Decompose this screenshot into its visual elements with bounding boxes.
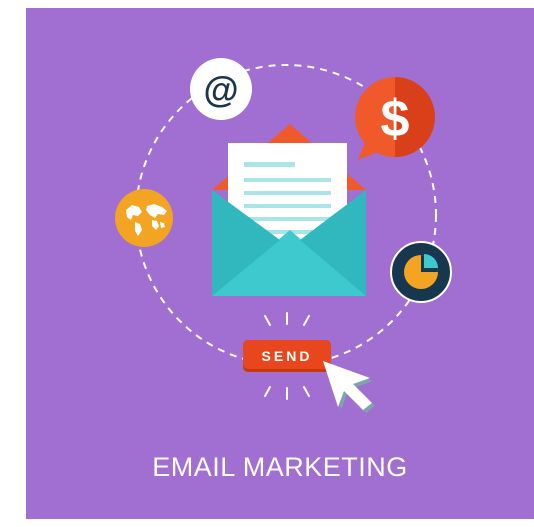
open-envelope-icon <box>212 124 366 296</box>
click-burst-lines-top <box>264 312 310 326</box>
world-map-icon <box>115 189 173 247</box>
at-sign-icon: @ <box>190 58 252 120</box>
send-button-label: SEND <box>262 348 313 364</box>
mouse-cursor-icon <box>323 361 375 413</box>
email-marketing-illustration: @ $ SEND <box>115 58 452 413</box>
at-symbol-text: @ <box>203 69 238 110</box>
dollar-speech-bubble-icon: $ <box>355 77 435 160</box>
dollar-symbol-text: $ <box>381 90 410 148</box>
caption-title: EMAIL MARKETING <box>152 452 408 482</box>
send-button[interactable]: SEND <box>243 340 331 372</box>
pie-chart-icon <box>390 241 452 303</box>
click-burst-lines-bottom <box>264 386 310 400</box>
